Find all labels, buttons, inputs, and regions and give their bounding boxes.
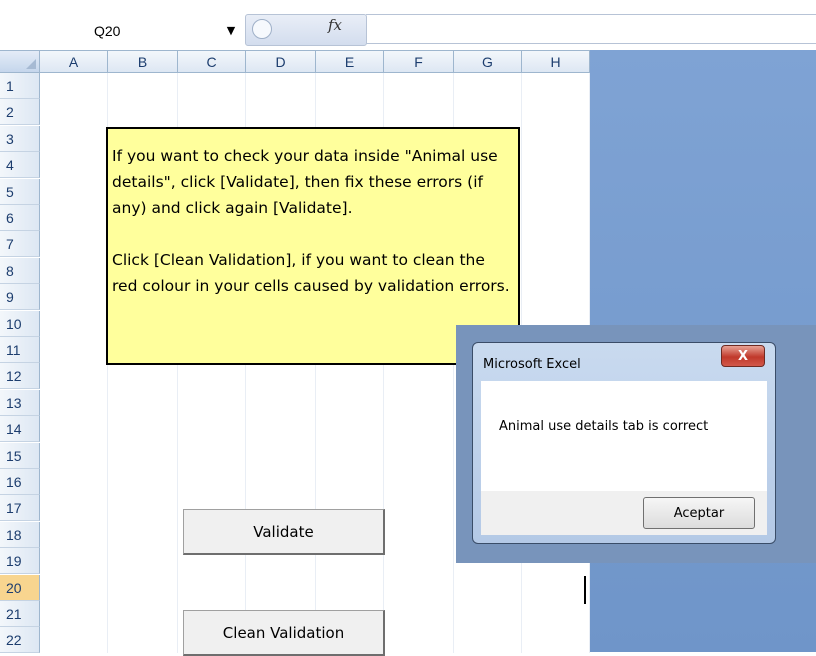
row-header-1[interactable]: 1 bbox=[0, 73, 40, 99]
row-header-20[interactable]: 20 bbox=[0, 574, 40, 601]
row-header-10[interactable]: 10 bbox=[0, 310, 40, 337]
formula-input[interactable] bbox=[366, 14, 816, 44]
row-header-2[interactable]: 2 bbox=[0, 99, 40, 126]
row-header-17[interactable]: 17 bbox=[0, 495, 40, 522]
row-header-11[interactable]: 11 bbox=[0, 337, 40, 363]
row-header-6[interactable]: 6 bbox=[0, 205, 40, 231]
insert-function-icon[interactable]: fx bbox=[328, 16, 342, 34]
row-header-8[interactable]: 8 bbox=[0, 257, 40, 284]
dialog-message: Animal use details tab is correct bbox=[499, 419, 709, 434]
row-header-16[interactable]: 16 bbox=[0, 469, 40, 495]
message-dialog: Microsoft Excel X Animal use details tab… bbox=[472, 342, 776, 544]
row-header-5[interactable]: 5 bbox=[0, 178, 40, 205]
row-header-15[interactable]: 15 bbox=[0, 442, 40, 469]
column-header-e[interactable]: E bbox=[316, 51, 384, 73]
formula-bar: Q20 ▼ fx bbox=[0, 0, 816, 50]
dialog-body: Animal use details tab is correct bbox=[481, 381, 767, 491]
row-header-13[interactable]: 13 bbox=[0, 389, 40, 416]
column-header-d[interactable]: D bbox=[246, 51, 316, 73]
note-paragraph-clean: Click [Clean Validation], if you want to… bbox=[112, 251, 510, 295]
column-header-b[interactable]: B bbox=[108, 51, 178, 73]
row-header-12[interactable]: 12 bbox=[0, 363, 40, 390]
row-header-3[interactable]: 3 bbox=[0, 125, 40, 152]
ok-button[interactable]: Aceptar bbox=[643, 497, 755, 529]
chevron-down-icon[interactable]: ▼ bbox=[222, 18, 240, 44]
active-cell-indicator bbox=[584, 576, 586, 604]
column-header-c[interactable]: C bbox=[178, 51, 246, 73]
validate-button[interactable]: Validate bbox=[183, 509, 385, 555]
column-headers: ABCDEFGH bbox=[40, 51, 590, 73]
select-all-triangle-icon bbox=[26, 59, 36, 69]
name-box[interactable]: Q20 bbox=[88, 18, 220, 44]
cancel-entry-icon[interactable] bbox=[252, 19, 272, 39]
column-header-h[interactable]: H bbox=[522, 51, 590, 73]
row-header-4[interactable]: 4 bbox=[0, 152, 40, 179]
row-header-19[interactable]: 19 bbox=[0, 548, 40, 575]
close-button[interactable]: X bbox=[721, 345, 765, 367]
row-header-14[interactable]: 14 bbox=[0, 416, 40, 443]
dialog-footer: Aceptar bbox=[481, 491, 767, 535]
column-header-f[interactable]: F bbox=[384, 51, 454, 73]
clean-validation-button[interactable]: Clean Validation bbox=[183, 610, 385, 656]
column-header-a[interactable]: A bbox=[40, 51, 108, 73]
row-header-22[interactable]: 22 bbox=[0, 627, 40, 654]
dialog-title: Microsoft Excel bbox=[483, 357, 581, 372]
note-paragraph-validate: If you want to check your data inside "A… bbox=[112, 147, 498, 217]
select-all-corner[interactable] bbox=[0, 51, 40, 73]
column-header-g[interactable]: G bbox=[454, 51, 522, 73]
row-header-21[interactable]: 21 bbox=[0, 601, 40, 627]
row-header-18[interactable]: 18 bbox=[0, 521, 40, 548]
row-header-9[interactable]: 9 bbox=[0, 284, 40, 311]
row-header-7[interactable]: 7 bbox=[0, 231, 40, 258]
